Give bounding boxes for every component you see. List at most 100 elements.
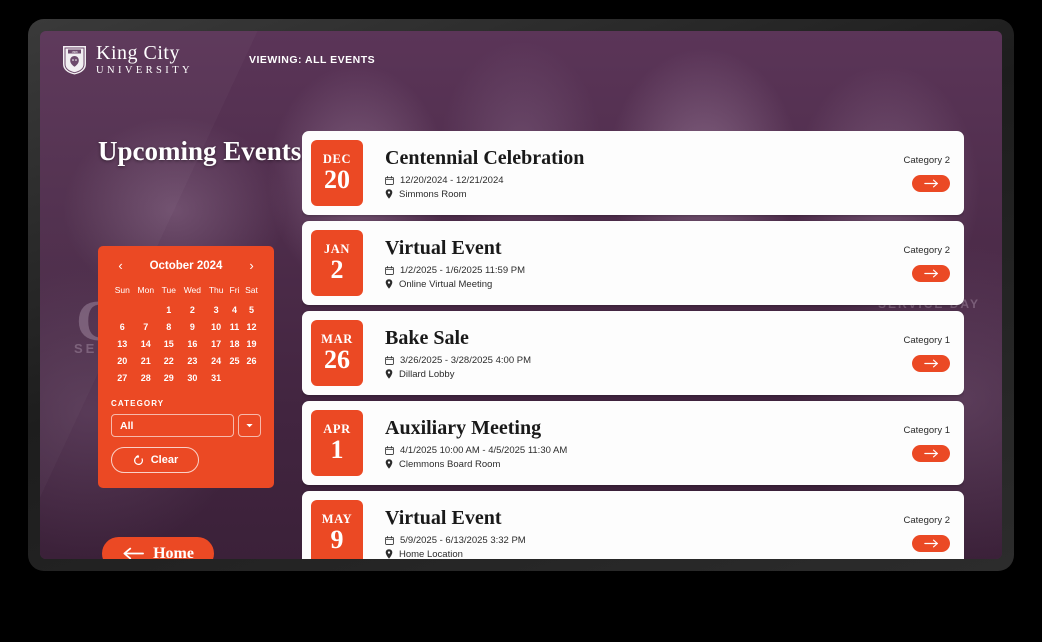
event-details-button[interactable] [912,264,950,282]
event-right-column: Category 2 [840,245,950,282]
event-day: 20 [324,165,350,195]
calendar-day[interactable]: 24 [205,352,227,369]
event-body: Bake Sale 3/26/2025 - 3/28/2025 4:00 PM … [363,327,840,380]
calendar-weekday: Thu [208,285,224,295]
calendar-day[interactable]: 20 [111,352,134,369]
calendar-day[interactable]: 25 [227,352,242,369]
svg-text:1868: 1868 [71,50,78,54]
event-location-row: Simmons Room [385,189,840,200]
calendar-day[interactable]: 27 [111,369,134,386]
event-dates: 3/26/2025 - 3/28/2025 4:00 PM [400,354,531,366]
calendar-day[interactable]: 15 [158,335,179,352]
event-category: Category 2 [903,514,950,526]
event-date-badge: MAR 26 [311,320,363,386]
calendar-day[interactable]: 16 [179,335,205,352]
reset-icon [133,454,143,465]
event-date-badge: MAY 9 [311,500,363,559]
category-select[interactable]: All [111,414,234,437]
calendar-day[interactable]: 2 [179,301,205,318]
calendar-day[interactable]: 23 [179,352,205,369]
calendar-day[interactable]: 30 [179,369,205,386]
calendar-day-empty [134,301,159,318]
arrow-right-icon [923,179,938,187]
event-card[interactable]: MAY 9 Virtual Event 5/9/2025 - 6/13/2025… [302,491,964,559]
calendar-icon [385,445,394,455]
calendar-day[interactable]: 28 [134,369,159,386]
clear-filters-button[interactable]: Clear [111,447,199,473]
event-title: Centennial Celebration [385,146,585,169]
calendar-day[interactable]: 21 [134,352,159,369]
calendar-month-label: October 2024 [149,259,223,272]
calendar-day[interactable]: 18 [227,335,242,352]
calendar-day[interactable]: 3 [205,301,227,318]
event-location-row: Clemmons Board Room [385,459,840,470]
calendar-day[interactable]: 26 [242,352,261,369]
calendar-day[interactable]: 19 [242,335,261,352]
calendar-header: ‹ October 2024 › [111,258,261,273]
arrow-right-icon [923,449,938,457]
calendar-weekday-row: Sun Mon Tue Wed Thu Fri Sat [111,285,261,301]
event-details-button[interactable] [912,534,950,552]
event-date-badge: DEC 20 [311,140,363,206]
calendar-day[interactable]: 7 [134,318,159,335]
calendar-day[interactable]: 11 [227,318,242,335]
calendar-day[interactable]: 9 [179,318,205,335]
arrow-right-icon [923,359,938,367]
location-pin-icon [385,459,393,469]
brand-name-line1: King City [96,42,180,65]
calendar-day[interactable]: 8 [158,318,179,335]
chevron-down-icon[interactable] [238,414,261,437]
device-frame: CU SERVICE DAY O CU SERVICE DAY 1868 Kin… [28,19,1014,571]
event-dates: 1/2/2025 - 1/6/2025 11:59 PM [400,264,525,276]
category-select-row: All [111,414,261,437]
calendar-day[interactable]: 31 [205,369,227,386]
calendar-prev-month-icon[interactable]: ‹ [113,258,128,273]
calendar-weekday: Sat [245,285,258,295]
event-category: Category 1 [903,424,950,436]
event-dates: 4/1/2025 10:00 AM - 4/5/2025 11:30 AM [400,444,568,456]
calendar-week-row: 27 28 29 30 31 [111,369,261,386]
event-day: 9 [330,525,344,555]
calendar-day[interactable]: 22 [158,352,179,369]
calendar-day[interactable]: 12 [242,318,261,335]
calendar-week-row: 6 7 8 9 10 11 12 [111,318,261,335]
calendar-icon [385,535,394,545]
calendar-day-rows: 1 2 3 4 5 6 7 8 9 10 11 12 13 14 15 16 17 18 19 20 21 22 23 24 2… [111,301,261,386]
calendar-day[interactable]: 14 [134,335,159,352]
clear-button-label: Clear [150,454,179,466]
event-location: Dillard Lobby [399,368,455,380]
event-card[interactable]: JAN 2 Virtual Event 1/2/2025 - 1/6/2025 … [302,221,964,305]
brand-name-line2: UNIVERSITY [96,65,193,77]
events-list[interactable]: DEC 20 Centennial Celebration 12/20/2024… [302,131,964,559]
event-location: Simmons Room [399,188,467,200]
location-pin-icon [385,549,393,559]
calendar-day[interactable]: 6 [111,318,134,335]
calendar-icon [385,355,394,365]
event-card[interactable]: APR 1 Auxiliary Meeting 4/1/2025 10:00 A… [302,401,964,485]
calendar-grid: Sun Mon Tue Wed Thu Fri Sat 1 2 3 4 5 6 7 8 9 10 11 12 13 1… [111,285,261,386]
calendar-day[interactable]: 10 [205,318,227,335]
event-body: Virtual Event 1/2/2025 - 1/6/2025 11:59 … [363,237,840,290]
event-details-button[interactable] [912,354,950,372]
calendar-day[interactable]: 4 [227,301,242,318]
event-title: Auxiliary Meeting [385,416,542,439]
calendar-day[interactable]: 17 [205,335,227,352]
event-right-column: Category 2 [840,515,950,552]
location-pin-icon [385,279,393,289]
calendar-day[interactable]: 1 [158,301,179,318]
event-category: Category 2 [903,154,950,166]
event-details-button[interactable] [912,444,950,462]
home-button[interactable]: Home [102,537,214,559]
brand-logo[interactable]: 1868 King City UNIVERSITY [62,43,193,77]
calendar-day[interactable]: 29 [158,369,179,386]
event-card[interactable]: DEC 20 Centennial Celebration 12/20/2024… [302,131,964,215]
calendar-day[interactable]: 13 [111,335,134,352]
category-filter-label: CATEGORY [111,399,165,408]
calendar-next-month-icon[interactable]: › [244,258,259,273]
chevron-down-glyph [246,423,253,428]
calendar-day[interactable]: 5 [242,301,261,318]
event-card[interactable]: MAR 26 Bake Sale 3/26/2025 - 3/28/2025 4… [302,311,964,395]
event-day: 26 [324,345,350,375]
event-details-button[interactable] [912,174,950,192]
event-location-row: Home Location [385,549,840,559]
